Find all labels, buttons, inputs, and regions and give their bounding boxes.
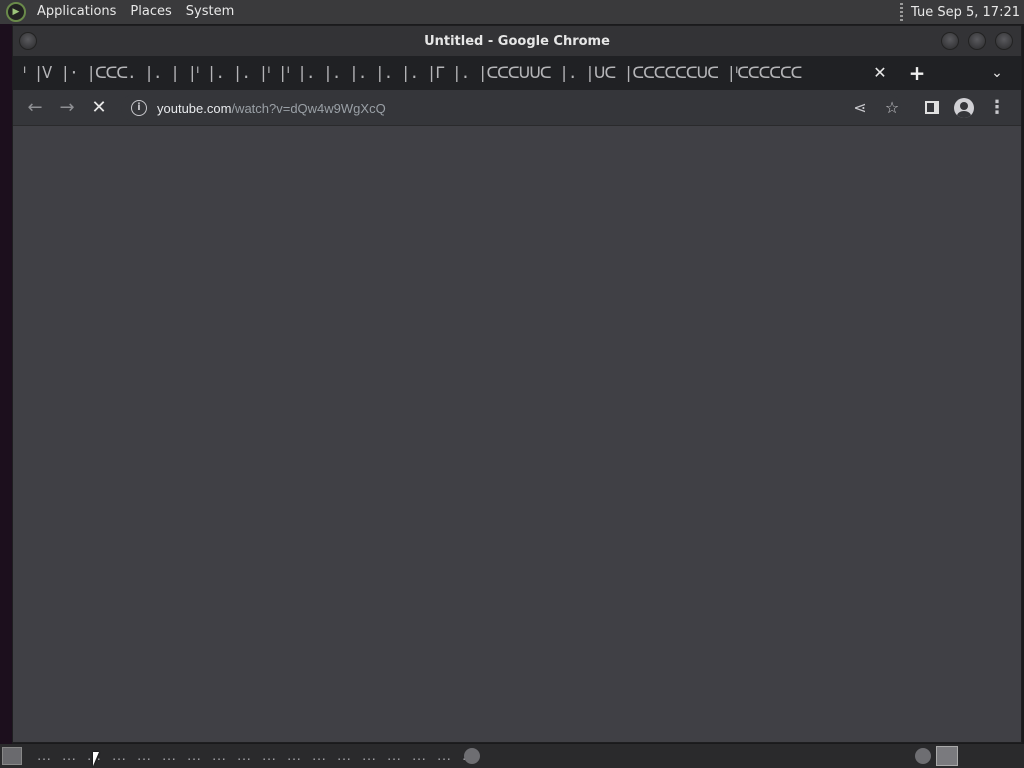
window-menu-button[interactable] <box>19 32 37 50</box>
bookmark-star-icon[interactable]: ☆ <box>880 96 904 120</box>
window-titlebar[interactable]: Untitled - Google Chrome <box>13 26 1021 56</box>
forward-button[interactable]: → <box>55 96 79 120</box>
places-menu[interactable]: Places <box>123 0 178 24</box>
system-menu[interactable]: System <box>179 0 241 24</box>
site-info-icon[interactable]: i <box>131 100 147 116</box>
taskbar-item[interactable]: ... <box>307 749 332 763</box>
taskbar-item[interactable]: ... <box>32 749 57 763</box>
chrome-menu-button[interactable]: ⋮ <box>985 96 1009 120</box>
tab-list[interactable]: ᑊ |Ꮩ |· |ᑕᑕᑕ. |. | |ᑊ |. |. |ᑊ |ᑊ |. |. … <box>23 60 863 86</box>
close-window-button[interactable] <box>995 32 1013 50</box>
tab-close-icon[interactable]: ✕ <box>869 62 891 84</box>
taskbar-item[interactable]: ... <box>332 749 357 763</box>
address-bar[interactable]: i youtube.com/watch?v=dQw4w9WgXcQ <box>121 94 901 122</box>
minimize-button[interactable] <box>941 32 959 50</box>
share-icon[interactable]: ⋖ <box>848 96 872 120</box>
bottom-taskbar: ... ... ... ... ... ... ... ... ... ... … <box>0 744 1024 768</box>
window-title: Untitled - Google Chrome <box>424 33 610 49</box>
taskbar-item[interactable]: ... <box>132 749 157 763</box>
taskbar-item[interactable]: ... <box>357 749 382 763</box>
distro-logo-icon[interactable]: ▶ <box>6 2 26 22</box>
taskbar-item[interactable]: ... <box>382 749 407 763</box>
taskbar-item[interactable]: ... <box>207 749 232 763</box>
taskbar-item[interactable]: ... <box>182 749 207 763</box>
taskbar-item[interactable]: ... <box>257 749 282 763</box>
tab-strip: ᑊ |Ꮩ |· |ᑕᑕᑕ. |. | |ᑊ |. |. |ᑊ |ᑊ |. |. … <box>13 56 1021 90</box>
url-host: youtube.com <box>157 100 232 116</box>
new-tab-button[interactable]: + <box>905 61 929 85</box>
url-path: /watch?v=dQw4w9WgXcQ <box>231 100 386 116</box>
back-button[interactable]: ← <box>23 96 47 120</box>
url-text[interactable]: youtube.com/watch?v=dQw4w9WgXcQ <box>157 101 386 116</box>
mouse-cursor-icon <box>93 752 105 766</box>
taskbar-item[interactable]: ... <box>107 749 132 763</box>
taskbar-item[interactable]: ... <box>157 749 182 763</box>
taskbar-item[interactable]: ... <box>57 749 82 763</box>
maximize-button[interactable] <box>968 32 986 50</box>
side-panel-icon[interactable] <box>920 96 944 120</box>
taskbar-item[interactable]: ... <box>432 749 457 763</box>
desktop-background <box>0 24 12 744</box>
tab-search-button[interactable]: ⌄ <box>985 61 1009 85</box>
applications-menu[interactable]: Applications <box>30 0 123 24</box>
panel-separator-handle[interactable] <box>900 3 904 21</box>
browser-toolbar: ← → ✕ i youtube.com/watch?v=dQw4w9WgXcQ … <box>13 90 1021 126</box>
stop-loading-button[interactable]: ✕ <box>87 96 111 120</box>
profile-avatar-icon[interactable] <box>952 96 976 120</box>
chrome-window: Untitled - Google Chrome ᑊ |Ꮩ |· |ᑕᑕᑕ. |… <box>12 25 1022 743</box>
show-desktop-button[interactable] <box>2 747 22 765</box>
clock[interactable]: Tue Sep 5, 17:21 <box>911 5 1020 20</box>
active-window-task-button[interactable] <box>936 746 958 766</box>
taskbar-item[interactable]: ... <box>232 749 257 763</box>
taskbar-item[interactable]: ... <box>407 749 432 763</box>
top-system-panel: ▶ Applications Places System Tue Sep 5, … <box>0 0 1024 24</box>
taskbar-item[interactable]: ... <box>282 749 307 763</box>
globe-icon[interactable] <box>915 748 931 764</box>
page-content-area[interactable] <box>13 126 1021 742</box>
globe-icon[interactable] <box>464 748 480 764</box>
